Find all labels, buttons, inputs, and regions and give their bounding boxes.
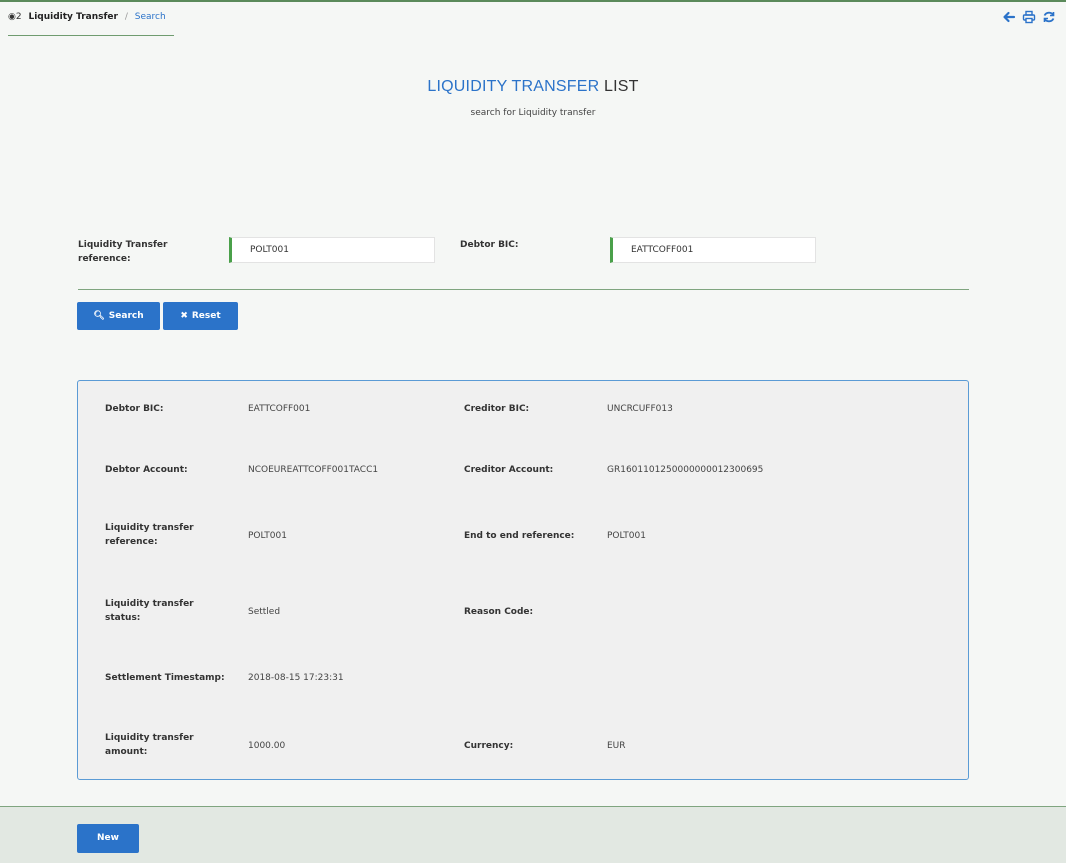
search-icon: 🔍︎ — [93, 311, 105, 321]
result-e2e-reference-value: POLT001 — [607, 531, 646, 541]
view-count: 2 — [15, 12, 22, 22]
breadcrumb-module: Liquidity Transfer — [28, 12, 118, 22]
print-icon[interactable] — [1022, 10, 1036, 24]
new-button[interactable]: New — [77, 824, 139, 853]
reference-input[interactable]: POLT001 — [229, 237, 435, 263]
reset-button[interactable]: ✖ Reset — [163, 302, 238, 330]
breadcrumb-separator: / — [124, 12, 128, 22]
result-settlement-ts-value: 2018-08-15 17:23:31 — [248, 673, 344, 683]
result-creditor-bic-label: Creditor BIC: — [464, 404, 530, 414]
result-debtor-account-label: Debtor Account: — [105, 465, 188, 475]
result-settlement-ts-label: Settlement Timestamp: — [105, 673, 225, 683]
close-icon: ✖ — [180, 311, 188, 321]
result-debtor-account-value: NCOEUREATTCOFF001TACC1 — [248, 465, 379, 475]
breadcrumb-search-link[interactable]: Search — [135, 12, 166, 22]
debtor-bic-input[interactable]: EATTCOFF001 — [610, 237, 816, 263]
result-amount-value: 1000.00 — [248, 741, 286, 751]
page-title-rest: LIST — [604, 78, 639, 95]
debtor-bic-label: Debtor BIC: — [460, 240, 519, 250]
reset-button-label: Reset — [191, 311, 221, 321]
result-status-value: Settled — [248, 607, 281, 617]
result-lt-reference-label: Liquidity transfer reference: — [105, 523, 194, 547]
result-reason-code-label: Reason Code: — [464, 607, 534, 617]
result-status-label: Liquidity transfer status: — [105, 599, 194, 623]
result-panel: Debtor BIC: EATTCOFF001 Creditor BIC: UN… — [77, 380, 969, 780]
search-button-label: Search — [108, 311, 144, 321]
page-subtitle: search for Liquidity transfer — [470, 108, 596, 118]
result-debtor-bic-label: Debtor BIC: — [105, 404, 164, 414]
refresh-icon[interactable] — [1042, 10, 1056, 24]
result-currency-value: EUR — [607, 741, 626, 751]
result-debtor-bic-value: EATTCOFF001 — [248, 404, 311, 414]
page-title: LIQUIDITY TRANSFER LIST — [0, 78, 1066, 96]
top-toolbar — [1002, 10, 1056, 24]
result-creditor-bic-value: UNCRCUFF013 — [607, 404, 673, 414]
result-creditor-account-value: GR1601101250000000012300695 — [607, 465, 764, 475]
result-lt-reference-value: POLT001 — [248, 531, 287, 541]
back-arrow-icon[interactable] — [1002, 10, 1016, 24]
result-amount-label: Liquidity transfer amount: — [105, 733, 194, 757]
page-title-highlight: LIQUIDITY TRANSFER — [427, 78, 600, 95]
reference-label: Liquidity Transfer reference: — [78, 240, 168, 264]
breadcrumb: ◉2 Liquidity Transfer / Search — [8, 10, 174, 36]
result-e2e-reference-label: End to end reference: — [464, 531, 575, 541]
result-creditor-account-label: Creditor Account: — [464, 465, 554, 475]
top-bar: ◉2 Liquidity Transfer / Search — [0, 0, 1066, 36]
search-button[interactable]: 🔍︎ Search — [77, 302, 160, 330]
result-currency-label: Currency: — [464, 741, 514, 751]
eye-icon: ◉ — [8, 12, 16, 22]
footer-bar: New — [0, 806, 1066, 863]
form-divider — [78, 289, 969, 290]
